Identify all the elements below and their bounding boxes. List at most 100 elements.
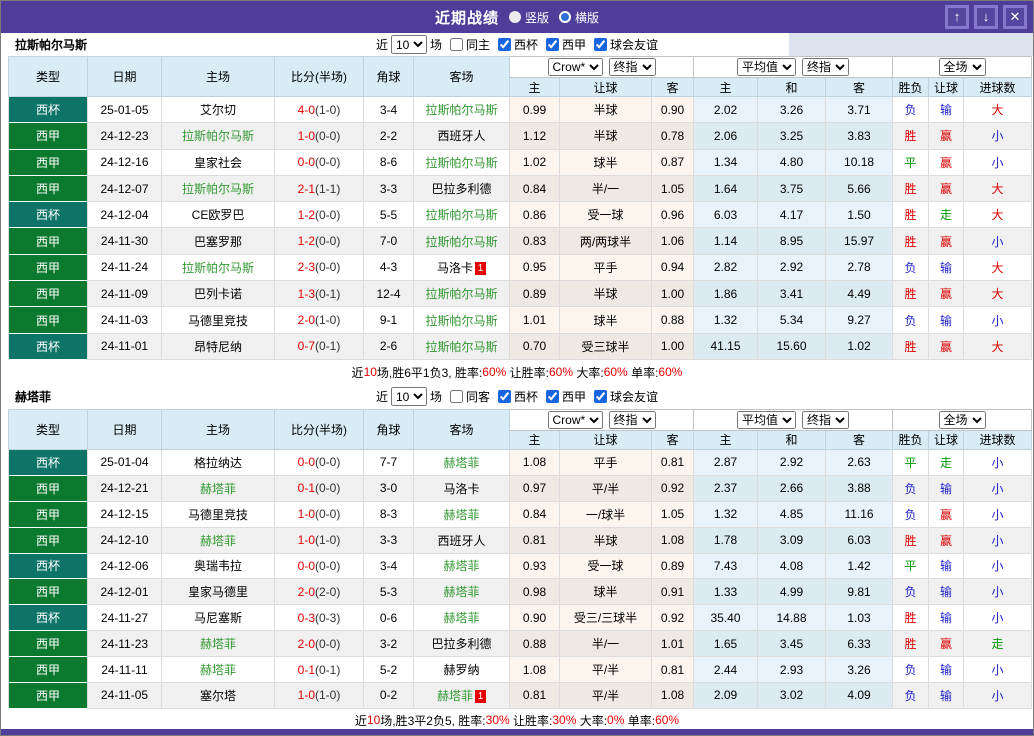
- match-count-select[interactable]: 10: [390, 387, 427, 407]
- average-odds-select[interactable]: 平均值: [737, 58, 797, 76]
- cup-checkbox[interactable]: [498, 38, 511, 51]
- league-checkbox[interactable]: [546, 38, 560, 51]
- fulltime-select[interactable]: 全场: [938, 58, 986, 76]
- filter-row-right-panel: [789, 33, 1033, 56]
- table-row: 西杯 25-01-04 格拉纳达 0-0(0-0) 7-7 赫塔菲 1.08 平手 0.81 2.…: [8, 448, 1033, 476]
- asian-handicap: 球半: [559, 578, 652, 606]
- match-type-badge: 西甲: [8, 122, 88, 150]
- europe-draw-odds: 3.02: [757, 681, 827, 709]
- score-cell: 0-3(0-3): [274, 604, 364, 632]
- result-wdl: 负: [892, 474, 930, 502]
- summary-text: 胜率:: [454, 365, 483, 380]
- fulltime-score: 1-0: [297, 533, 315, 548]
- europe-home-odds: 1.86: [693, 280, 759, 308]
- summary-text: 让胜率:: [506, 365, 549, 380]
- match-type-badge: 西甲: [8, 578, 88, 606]
- europe-home-odds: 2.06: [693, 122, 759, 150]
- fulltime-select[interactable]: 全场: [938, 410, 986, 429]
- fulltime-score: 0-3: [297, 610, 315, 625]
- move-up-button[interactable]: ↑: [945, 5, 969, 29]
- score-cell: 0-0(0-0): [274, 448, 364, 476]
- odds-provider-select[interactable]: Crow*: [547, 410, 603, 429]
- close-button[interactable]: ✕: [1003, 5, 1027, 29]
- friendly-checkbox[interactable]: [594, 38, 608, 51]
- europe-draw-odds: 3.75: [757, 174, 827, 203]
- fulltime-score: 1-3: [297, 286, 315, 301]
- final-odds-select-europe[interactable]: 终指: [802, 410, 850, 429]
- odds-provider-select[interactable]: Crow*: [547, 58, 603, 76]
- result-wdl: 负: [892, 500, 930, 528]
- fulltime-score: 1-0: [297, 128, 315, 143]
- friendly-label: 球会友谊: [610, 390, 659, 405]
- col-header-result-goals: 进球数: [963, 77, 1033, 97]
- result-handicap: 输: [928, 552, 965, 580]
- summary-text: 场,胜3平2负5,: [380, 713, 459, 728]
- home-team: 皇家马德里: [187, 585, 248, 600]
- asian-away-odds: 0.91: [650, 578, 695, 606]
- score-cell: 1-2(0-0): [274, 227, 364, 255]
- away-team-cell: 赫塔菲: [413, 448, 510, 476]
- corner-count: 5-3: [363, 578, 414, 606]
- summary-text: 60%: [549, 365, 574, 380]
- match-count-select[interactable]: 10: [390, 35, 427, 54]
- asian-handicap: 半/一: [559, 630, 652, 658]
- europe-home-odds: 1.34: [693, 148, 759, 176]
- summary-text: 胜率:: [458, 713, 486, 728]
- table-row: 西甲 24-11-11 赫塔菲 0-1(0-1) 5-2 赫罗纳 1.08 平/半 0.81 2.…: [8, 656, 1033, 683]
- halftime-score: (0-1): [315, 339, 341, 354]
- halftime-score: (0-0): [315, 455, 341, 470]
- league-checkbox[interactable]: [546, 390, 560, 404]
- result-goals: 小: [963, 227, 1033, 255]
- final-odds-select-asian[interactable]: 终指: [608, 410, 656, 429]
- average-odds-select[interactable]: 平均值: [737, 410, 797, 429]
- asian-handicap: 两/两球半: [559, 227, 652, 255]
- table-row: 西甲 24-11-03 马德里竞技 2-0(1-0) 9-1 拉斯帕尔马斯 1.01 球半 0.…: [8, 306, 1033, 334]
- asian-away-odds: 0.96: [650, 201, 695, 229]
- asian-home-odds: 0.90: [509, 604, 560, 632]
- away-team-cell: 赫塔菲: [413, 578, 510, 606]
- halftime-score: (0-0): [315, 558, 341, 573]
- summary-text: 60%: [482, 365, 507, 380]
- asian-home-odds: 0.98: [509, 578, 560, 606]
- move-down-button[interactable]: ↓: [974, 5, 998, 29]
- home-team-cell: 拉斯帕尔马斯: [161, 253, 275, 282]
- home-team: 赫塔菲: [199, 663, 236, 678]
- away-team-cell: 拉斯帕尔马斯: [413, 148, 510, 176]
- same-venue-checkbox[interactable]: [449, 38, 463, 51]
- match-date: 24-12-10: [87, 526, 162, 554]
- asian-away-odds: 0.81: [650, 656, 695, 683]
- result-handicap: 输: [928, 253, 965, 282]
- asian-away-odds: 1.05: [650, 174, 695, 203]
- asian-handicap: 半球: [559, 526, 652, 554]
- same-venue-checkbox[interactable]: [449, 390, 463, 404]
- score-cell: 0-0(0-0): [274, 552, 364, 580]
- radio-vertical-layout[interactable]: 竖版: [508, 9, 549, 26]
- radio-horizontal-layout[interactable]: 横版: [559, 9, 599, 26]
- match-date: 24-12-01: [87, 578, 162, 606]
- europe-home-odds: 1.64: [693, 174, 759, 203]
- table-row: 西甲 24-12-21 赫塔菲 0-1(0-0) 3-0 马洛卡 0.97 平/半 0.92 2.…: [8, 474, 1033, 502]
- final-odds-select-asian[interactable]: 终指: [608, 58, 656, 76]
- halftime-score: (1-0): [315, 533, 341, 548]
- halftime-score: (2-0): [315, 584, 341, 599]
- result-wdl: 胜: [892, 280, 930, 308]
- result-handicap: 输: [928, 604, 965, 632]
- home-team: 赫塔菲: [199, 533, 236, 548]
- asian-away-odds: 0.87: [650, 148, 695, 176]
- friendly-checkbox[interactable]: [594, 390, 608, 404]
- summary-text: 大率:: [573, 365, 604, 380]
- score-cell: 1-0(1-0): [274, 681, 364, 709]
- score-cell: 0-1(0-1): [274, 656, 364, 683]
- home-team-cell: 赫塔菲: [161, 630, 275, 658]
- table-row: 西甲 24-12-07 拉斯帕尔马斯 2-1(1-1) 3-3 巴拉多利德 0.84 半/一 1…: [8, 174, 1033, 203]
- cup-checkbox[interactable]: [498, 390, 511, 404]
- corner-count: 4-3: [363, 253, 414, 282]
- away-team: 拉斯帕尔马斯: [425, 208, 498, 223]
- asian-home-odds: 0.95: [509, 253, 560, 282]
- halftime-score: (0-0): [315, 155, 341, 170]
- asian-home-odds: 0.84: [509, 174, 560, 203]
- halftime-score: (0-1): [315, 662, 341, 677]
- radio-vertical-label: 竖版: [524, 10, 549, 25]
- match-type-badge: 西甲: [8, 280, 88, 308]
- final-odds-select-europe[interactable]: 终指: [802, 58, 850, 76]
